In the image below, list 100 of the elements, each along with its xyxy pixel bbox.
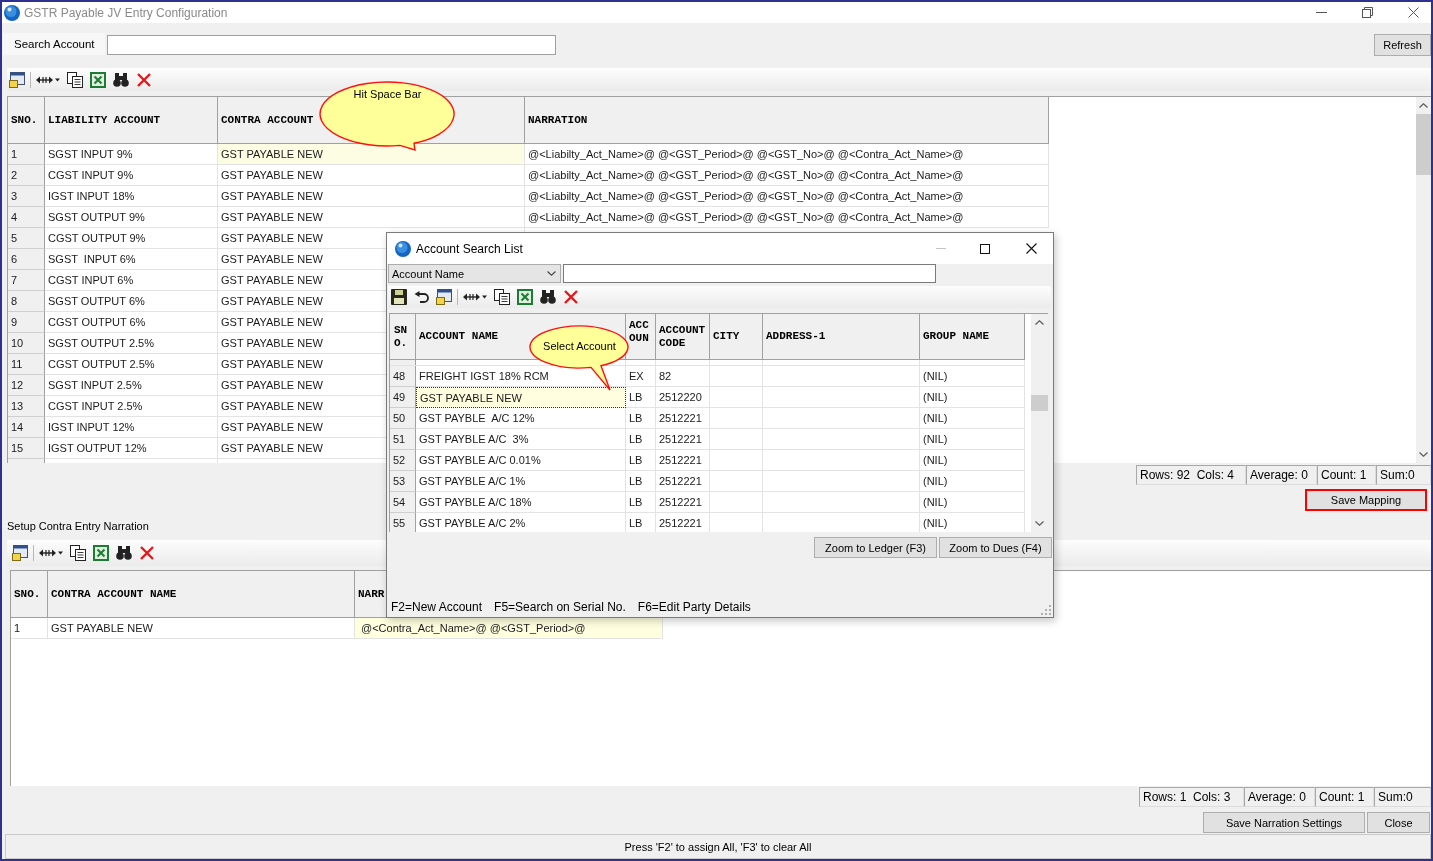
narration-text: @<Liabilty_Act_Name>@ @<GST_Period>@ @<GST_No>@ @<Contra_Act_Name>@ <box>528 169 964 181</box>
copy-icon[interactable] <box>494 289 510 305</box>
section-title: Setup Contra Entry Narration <box>7 520 149 532</box>
account-name-dropdown[interactable]: Account Name <box>388 264 561 283</box>
save-icon[interactable] <box>391 289 407 305</box>
liability-account: SGST OUTPUT 2.5% <box>48 337 154 349</box>
cross-icon[interactable] <box>563 289 579 305</box>
chevron-down-icon[interactable] <box>1035 521 1044 526</box>
column-header[interactable]: ADDRESS-1 <box>766 330 826 343</box>
column-header[interactable]: ACCOUNT NAME <box>419 330 499 343</box>
spreadsheet-icon[interactable] <box>90 71 106 88</box>
contra-account[interactable]: GST PAYABLE NEW <box>221 211 323 223</box>
column-header[interactable]: CONTRA ACCOUNT <box>221 113 314 127</box>
contra-account[interactable]: GST PAYABLE NEW <box>218 144 525 165</box>
column-header[interactable]: LIABILITY ACCOUNT <box>48 113 161 127</box>
search-field[interactable] <box>107 35 556 55</box>
contra-account[interactable]: GST PAYABLE NEW <box>221 232 323 244</box>
liability-account: CGST OUTPUT 2.5% <box>48 358 155 370</box>
window-icon[interactable] <box>9 71 25 88</box>
contra-account[interactable]: GST PAYABLE NEW <box>221 379 323 391</box>
spreadsheet-icon[interactable] <box>93 545 109 561</box>
double-arrow-dropdown-icon[interactable] <box>463 292 487 302</box>
zoom-button[interactable]: Zoom to Ledger (F3) <box>814 537 937 558</box>
account-name[interactable]: GST PAYBLE A/C 12% <box>419 412 535 424</box>
row-number: 1 <box>11 148 18 160</box>
column-header[interactable]: NARR <box>358 587 385 601</box>
maximize-icon[interactable] <box>980 243 990 254</box>
group-name: (NIL) <box>923 433 948 445</box>
row-number: 52 <box>393 454 406 466</box>
double-arrow-dropdown-icon[interactable] <box>36 74 60 85</box>
contra-account[interactable]: GST PAYABLE NEW <box>221 169 323 181</box>
contra-account[interactable]: GST PAYABLE NEW <box>221 316 323 328</box>
double-arrow-dropdown-icon[interactable] <box>39 548 63 558</box>
row-number: 5 <box>11 232 18 244</box>
column-header[interactable]: GROUP NAME <box>923 330 989 343</box>
account-name[interactable]: GST PAYBLE A/C 0.01% <box>419 454 541 466</box>
scrollbar-thumb[interactable] <box>1031 395 1048 411</box>
account-name[interactable]: GST PAYBLE A/C 18% <box>419 496 532 508</box>
contra-account[interactable]: GST PAYABLE NEW <box>221 337 323 349</box>
app-logo-icon <box>4 4 20 21</box>
scrollbar-thumb[interactable] <box>1416 114 1431 175</box>
account-name[interactable]: GST PAYABLE NEW <box>416 387 626 408</box>
account-code: 2512220 <box>659 391 702 403</box>
chevron-down-icon[interactable] <box>1419 452 1428 457</box>
narration-text: @<Liabilty_Act_Name>@ @<GST_Period>@ @<GST_No>@ @<Contra_Act_Name>@ <box>528 211 964 223</box>
row-number: 49 <box>393 391 406 403</box>
binoculars-icon[interactable] <box>540 290 556 304</box>
row-number: 7 <box>11 274 18 286</box>
liability-account: CGST INPUT 2.5% <box>48 400 143 412</box>
contra-account[interactable]: GST PAYABLE NEW <box>221 442 323 454</box>
footer-button[interactable]: Close <box>1367 812 1430 833</box>
chevron-up-icon[interactable] <box>1035 320 1044 325</box>
row-number: 9 <box>11 316 18 328</box>
copy-icon[interactable] <box>67 71 83 88</box>
column-header[interactable]: NARRATION <box>528 113 588 127</box>
narration-text[interactable]: @<Contra_Act_Name>@ @<GST_Period>@ <box>355 618 663 639</box>
footer-button[interactable]: Save Narration Settings <box>1203 812 1365 833</box>
account-name[interactable]: GST PAYBLE A/C 3% <box>419 433 529 445</box>
account-name[interactable]: FREIGHT IGST 18% RCM <box>419 370 549 382</box>
contra-account[interactable]: GST PAYABLE NEW <box>221 400 323 412</box>
contra-account[interactable]: GST PAYABLE NEW <box>221 421 323 433</box>
status-panel: Rows: 1 Cols: 3 <box>1139 787 1244 807</box>
close-icon[interactable] <box>1026 243 1037 254</box>
contra-account[interactable]: GST PAYABLE NEW <box>221 358 323 370</box>
account-name[interactable]: GST PAYBLE A/C 1% <box>419 475 526 487</box>
liability-account: IGST INPUT 12% <box>48 421 135 433</box>
group-name: (NIL) <box>923 412 948 424</box>
size-grip-icon[interactable] <box>1041 605 1051 615</box>
save-mapping-button[interactable]: Save Mapping <box>1305 489 1427 511</box>
account-name[interactable]: GST PAYBLE A/C 2% <box>419 517 526 529</box>
status-panel: Rows: 92 Cols: 4 <box>1136 465 1246 485</box>
contra-account[interactable]: GST PAYABLE NEW <box>221 253 323 265</box>
spreadsheet-icon[interactable] <box>517 289 533 305</box>
restore-icon[interactable] <box>1362 7 1373 18</box>
contra-account[interactable]: GST PAYABLE NEW <box>221 274 323 286</box>
binoculars-icon[interactable] <box>113 72 129 87</box>
copy-icon[interactable] <box>70 545 86 561</box>
row-number: 12 <box>11 379 24 391</box>
binoculars-icon[interactable] <box>116 546 132 560</box>
contra-account[interactable]: GST PAYABLE NEW <box>221 190 323 202</box>
chevron-up-icon[interactable] <box>1419 103 1428 108</box>
window-icon[interactable] <box>12 545 28 561</box>
cross-icon[interactable] <box>136 71 152 88</box>
undo-icon[interactable] <box>414 291 429 303</box>
liability-account: SGST INPUT 6% <box>48 253 136 265</box>
zoom-button[interactable]: Zoom to Dues (F4) <box>939 537 1052 558</box>
cross-icon[interactable] <box>139 545 155 561</box>
shortcut-hint: F6=Edit Party Details <box>637 599 751 614</box>
scrollbar[interactable] <box>1416 97 1431 463</box>
contra-account[interactable]: GST PAYABLE NEW <box>51 622 153 634</box>
refresh-button[interactable]: Refresh <box>1374 34 1431 56</box>
chevron-down-icon[interactable] <box>547 271 556 276</box>
window-icon[interactable] <box>436 289 452 305</box>
account-code: 2512221 <box>659 496 702 508</box>
close-icon[interactable] <box>1408 7 1419 18</box>
column-header[interactable]: CITY <box>713 330 740 343</box>
search-field[interactable] <box>563 264 936 283</box>
row-number: 13 <box>11 400 24 412</box>
column-header[interactable]: CONTRA ACCOUNT NAME <box>51 587 177 601</box>
contra-account[interactable]: GST PAYABLE NEW <box>221 295 323 307</box>
